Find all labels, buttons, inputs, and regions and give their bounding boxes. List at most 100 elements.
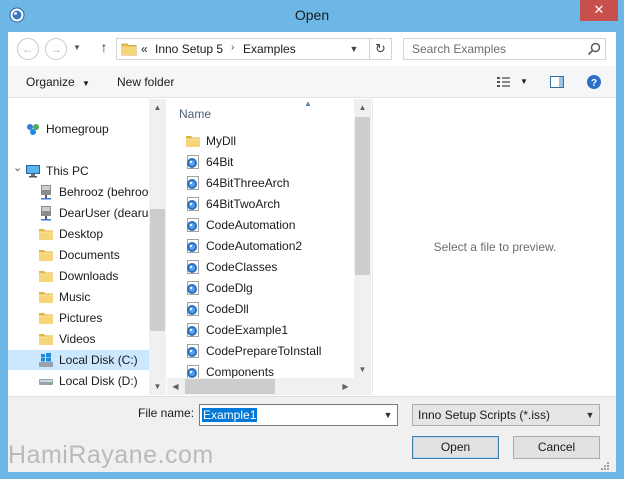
navigation-pane[interactable]: Homegroup This PC ⌄ Behrooz (behroo DearUser… xyxy=(8,99,165,395)
nav-item-label: Pictures xyxy=(59,311,103,325)
file-name: CodeClasses xyxy=(206,260,278,274)
breadcrumb-inno-setup-5[interactable]: Inno Setup 5 xyxy=(155,42,223,56)
address-bar[interactable]: « Inno Setup 5 › Examples ▼ ↻ xyxy=(116,38,392,60)
file-name-label: File name: xyxy=(138,406,195,420)
back-arrow-icon: ← xyxy=(22,42,34,56)
address-dropdown-icon[interactable]: ▼ xyxy=(346,41,362,57)
nav-item-label: Local Disk (D:) xyxy=(59,374,138,388)
file-name: CodeDlg xyxy=(206,281,253,295)
nav-item[interactable]: Homegroup xyxy=(25,119,149,139)
scroll-up-icon[interactable]: ▲ xyxy=(354,99,371,116)
nav-item[interactable]: Local Disk (D:) xyxy=(38,371,149,391)
iss-file-icon xyxy=(185,259,201,275)
folder-icon xyxy=(38,247,54,263)
resize-grip-icon[interactable] xyxy=(600,461,610,471)
nav-item[interactable]: Documents xyxy=(38,245,149,265)
file-name: CodeAutomation2 xyxy=(206,239,303,253)
file-name: CodePrepareToInstall xyxy=(206,344,322,358)
nav-item[interactable]: Downloads xyxy=(38,266,149,286)
file-list-vertical-scrollbar[interactable]: ▲ ▼ xyxy=(354,99,371,395)
chevron-down-icon: ▼ xyxy=(73,43,81,52)
navigation-scrollbar[interactable]: ▲ ▼ xyxy=(149,99,166,395)
search-input[interactable]: Search Examples xyxy=(412,42,506,56)
folder-icon xyxy=(38,226,54,242)
address-row: ← → ▼ ↑ « Inno Setup 5 › Examples ▼ ↻ Se… xyxy=(8,32,616,66)
expand-collapse-icon[interactable]: ⌄ xyxy=(13,161,22,174)
nav-item[interactable]: Behrooz (behroo xyxy=(38,182,149,202)
nav-item-label: Music xyxy=(59,290,91,304)
preview-pane-icon[interactable] xyxy=(549,74,565,90)
chevron-down-icon: ▼ xyxy=(82,79,90,88)
file-type-value: Inno Setup Scripts (*.iss) xyxy=(418,408,551,422)
cancel-button[interactable]: Cancel xyxy=(513,436,600,459)
file-name: CodeAutomation xyxy=(206,218,296,232)
navigation-scroll-thumb[interactable] xyxy=(150,209,165,331)
folder-icon xyxy=(121,43,137,56)
svg-text:?: ? xyxy=(591,78,597,89)
recent-locations-button[interactable]: ▼ xyxy=(70,38,84,60)
nav-item-label: Local Disk (C:) xyxy=(59,353,138,367)
file-name-field[interactable]: Example1 ▼ xyxy=(199,404,398,426)
file-list-hscroll-thumb[interactable] xyxy=(185,379,275,394)
nav-item[interactable]: Music xyxy=(38,287,149,307)
organize-button[interactable]: Organize ▼ xyxy=(26,75,90,89)
computer-icon xyxy=(25,163,41,179)
nav-item-label: Documents xyxy=(59,248,120,262)
nav-item-label: Behrooz (behroo xyxy=(59,185,149,199)
new-folder-button[interactable]: New folder xyxy=(117,75,174,89)
name-column-header[interactable]: Name xyxy=(179,107,211,121)
folder-icon xyxy=(185,133,201,149)
search-box[interactable]: Search Examples xyxy=(403,38,606,60)
title-bar[interactable]: Open ✕ xyxy=(0,0,624,32)
file-list-scroll-thumb[interactable] xyxy=(355,117,370,275)
preview-pane: Select a file to preview. xyxy=(372,99,616,395)
file-list[interactable]: Name ▲ MyDll 64Bit 64BitThreeArch 64BitTwoA… xyxy=(167,99,371,395)
scroll-down-icon[interactable]: ▼ xyxy=(354,361,371,378)
nav-item[interactable]: DearUser (dearus xyxy=(38,203,154,223)
scroll-right-icon[interactable]: ▶ xyxy=(337,378,354,395)
scroll-up-icon[interactable]: ▲ xyxy=(149,99,166,116)
nav-item-label: Downloads xyxy=(59,269,119,283)
back-button[interactable]: ← xyxy=(17,38,39,60)
file-name-value[interactable]: Example1 xyxy=(202,408,258,422)
scroll-down-icon[interactable]: ▼ xyxy=(149,378,166,395)
nav-item[interactable]: Videos xyxy=(38,329,149,349)
dialog-body: ← → ▼ ↑ « Inno Setup 5 › Examples ▼ ↻ Se… xyxy=(8,32,616,472)
open-button[interactable]: Open xyxy=(412,436,499,459)
command-bar: Organize ▼ New folder ▼ ? xyxy=(8,66,616,98)
file-name-dropdown-icon[interactable]: ▼ xyxy=(381,408,395,422)
nav-item-label: DearUser (dearus xyxy=(59,206,155,220)
view-options-icon[interactable] xyxy=(496,74,512,90)
refresh-button[interactable]: ↻ xyxy=(369,39,391,59)
close-button[interactable]: ✕ xyxy=(580,0,618,21)
nav-item[interactable]: Pictures xyxy=(38,308,149,328)
file-type-select[interactable]: Inno Setup Scripts (*.iss) ▼ xyxy=(412,404,600,426)
file-list-horizontal-scrollbar[interactable]: ◀ ▶ xyxy=(167,378,354,395)
breadcrumb-examples[interactable]: Examples xyxy=(243,42,296,56)
scroll-left-icon[interactable]: ◀ xyxy=(167,378,184,395)
iss-file-icon xyxy=(185,343,201,359)
iss-file-icon xyxy=(185,301,201,317)
search-icon[interactable] xyxy=(586,41,602,57)
address-overflow[interactable]: « xyxy=(141,42,148,56)
forward-button[interactable]: → xyxy=(45,38,67,60)
nav-item[interactable]: This PC ⌄ xyxy=(13,161,149,181)
nav-item-label: This PC xyxy=(46,164,89,178)
nav-item[interactable]: Desktop xyxy=(38,224,149,244)
forward-arrow-icon: → xyxy=(50,42,62,56)
chevron-down-icon[interactable]: ▼ xyxy=(583,408,597,422)
view-dropdown-icon[interactable]: ▼ xyxy=(520,77,528,86)
help-icon[interactable]: ? xyxy=(586,74,602,90)
iss-file-icon xyxy=(185,175,201,191)
folder-icon xyxy=(38,331,54,347)
file-name: 64BitThreeArch xyxy=(206,176,290,190)
up-button[interactable]: ↑ xyxy=(96,39,112,57)
nav-item[interactable]: Local Disk (C:) xyxy=(8,350,149,370)
file-name: MyDll xyxy=(206,134,236,148)
up-arrow-icon: ↑ xyxy=(100,39,108,55)
iss-file-icon xyxy=(185,322,201,338)
window-title: Open xyxy=(294,7,330,23)
breadcrumb-chevron-icon[interactable]: › xyxy=(231,42,234,53)
open-dialog: Open ✕ ← → ▼ ↑ « Inno Setup 5 › Examples… xyxy=(0,0,624,479)
organize-label: Organize xyxy=(26,75,75,89)
